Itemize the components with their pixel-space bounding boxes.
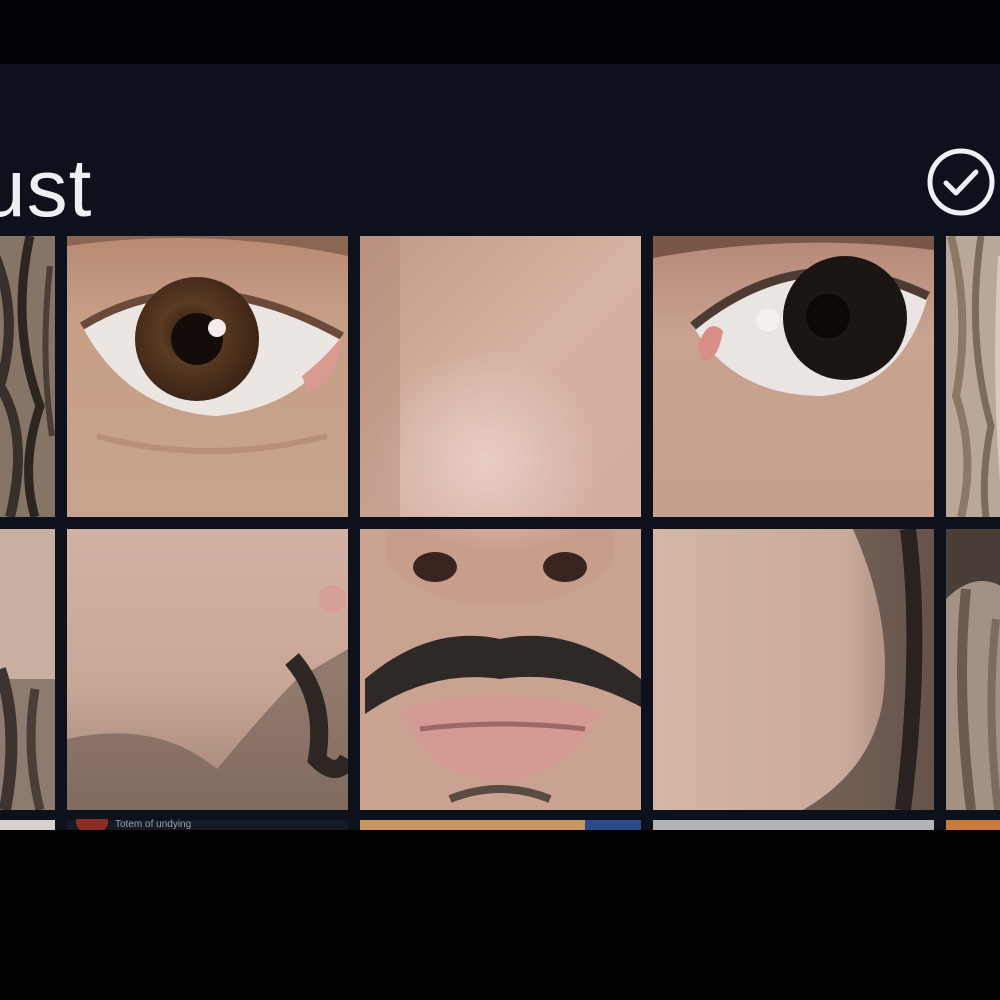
photo-grid <box>0 236 1000 830</box>
tile-hair-top-left[interactable] <box>0 236 55 517</box>
top-letterbox <box>0 0 1000 64</box>
next-row-caption: Totem of undying <box>115 819 192 830</box>
tile-right-eye[interactable] <box>67 236 348 517</box>
tile-nose-mouth[interactable] <box>360 529 641 810</box>
next-row-tile[interactable] <box>0 820 55 830</box>
next-row-tile[interactable] <box>653 820 934 830</box>
tile-beard-right-edge[interactable] <box>946 529 1000 810</box>
page-title: ust <box>0 143 93 234</box>
next-row-tile[interactable] <box>360 820 585 830</box>
bottom-letterbox <box>0 830 1000 1000</box>
tile-forehead-nose-bridge[interactable] <box>360 236 641 517</box>
tile-left-eye[interactable] <box>653 236 934 517</box>
app-header: ust <box>0 64 1000 236</box>
next-row-tile[interactable] <box>946 820 1000 830</box>
next-row-tile[interactable] <box>585 820 641 830</box>
next-row-tile[interactable] <box>67 820 348 830</box>
tile-beard-left-edge[interactable] <box>0 529 55 810</box>
tile-right-cheek[interactable] <box>653 529 934 810</box>
tile-left-cheek[interactable] <box>67 529 348 810</box>
tile-hair-top-right[interactable] <box>946 236 1000 517</box>
check-circle-icon[interactable] <box>925 146 997 218</box>
